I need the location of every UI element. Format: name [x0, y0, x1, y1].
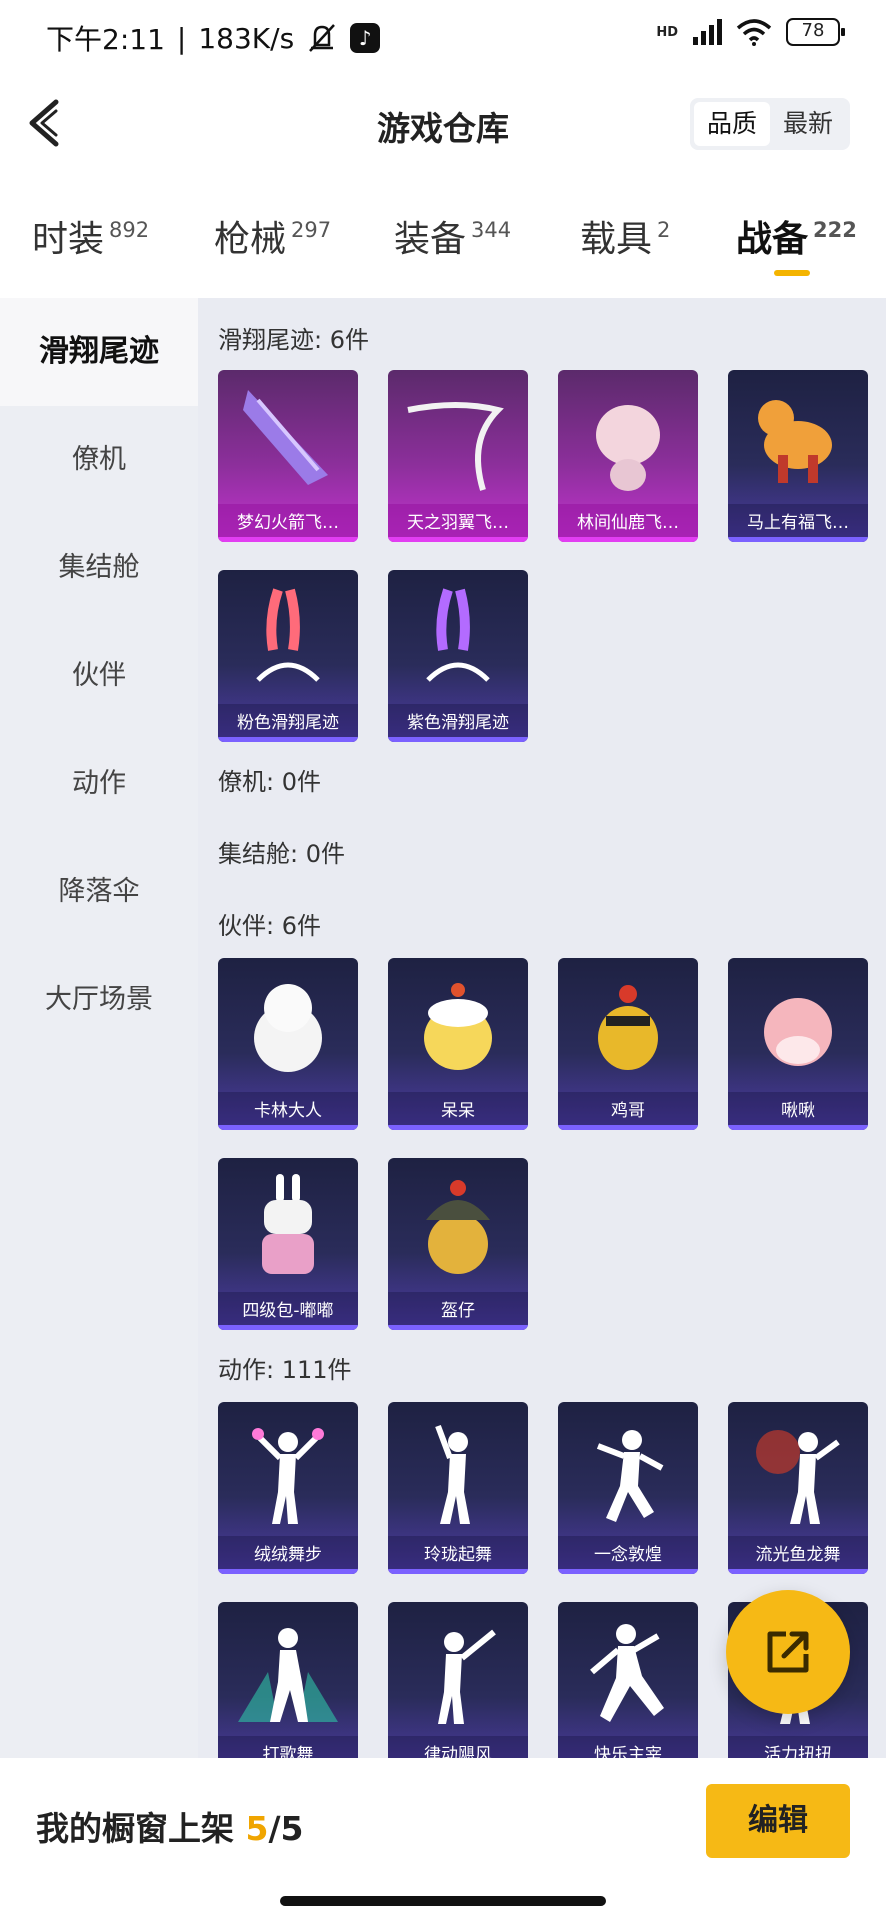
item-label: 打歌舞: [218, 1736, 358, 1758]
shelf-current-count: 5: [245, 1809, 269, 1848]
sidebar-item-parachute[interactable]: 降落伞: [0, 838, 198, 946]
deer-glider-icon: [596, 405, 660, 491]
sidebar-item-partner[interactable]: 伙伴: [0, 622, 198, 730]
rooster-partner-icon: [598, 985, 658, 1070]
tab-battle-gear[interactable]: 战备 222: [736, 210, 857, 276]
sidebar-item-lobby-scene[interactable]: 大厅场景: [0, 946, 198, 1054]
header: 游戏仓库 品质 最新: [0, 90, 886, 160]
tab-gear[interactable]: 装备 344: [394, 210, 511, 262]
pink-smoke-trail-icon: [256, 588, 320, 682]
dancer-pose-icon: [756, 1430, 840, 1524]
item-card[interactable]: 四级包-嘟嘟: [218, 1158, 358, 1330]
item-label: 活力扭扭: [728, 1736, 868, 1758]
item-card[interactable]: 打歌舞: [218, 1602, 358, 1758]
home-indicator[interactable]: [280, 1896, 606, 1906]
helmet-chick-partner-icon: [426, 1180, 490, 1274]
section-title-emote: 动作: 111件: [218, 1356, 352, 1384]
share-button[interactable]: [726, 1590, 850, 1714]
edit-button[interactable]: 编辑: [706, 1784, 850, 1858]
feather-wing-icon: [407, 402, 504, 491]
item-card[interactable]: 马上有福飞…: [728, 370, 868, 542]
item-card[interactable]: 林间仙鹿飞…: [558, 370, 698, 542]
status-bar: 下午2:11 | 183K/s ♪ HD 78: [0, 0, 886, 70]
dancer-pose-icon: [238, 1628, 338, 1722]
dancer-pose-icon: [596, 1430, 664, 1522]
wifi-icon: [736, 19, 772, 46]
sort-latest-button[interactable]: 最新: [770, 102, 846, 146]
signal-icon: [693, 19, 722, 45]
item-card[interactable]: 呆呆: [388, 958, 528, 1130]
sidebar-item-wingman[interactable]: 僚机: [0, 406, 198, 514]
item-card[interactable]: 啾啾: [728, 958, 868, 1130]
bottom-bar: 我的橱窗上架 5/5 编辑: [0, 1758, 886, 1920]
item-card[interactable]: 鸡哥: [558, 958, 698, 1130]
tab-guns[interactable]: 枪械 297: [214, 210, 331, 262]
dancer-pose-icon: [435, 1424, 470, 1524]
purple-smoke-trail-icon: [426, 588, 490, 682]
shelf-total-count: /5: [268, 1809, 304, 1848]
tab-fashion[interactable]: 时装 892: [32, 210, 149, 262]
item-card[interactable]: 盔仔: [388, 1158, 528, 1330]
sidebar: 滑翔尾迹 僚机 集结舱 伙伴 动作 降落伞 大厅场景: [0, 298, 198, 1758]
item-label: 快乐主宰: [558, 1736, 698, 1758]
status-time: 下午2:11: [46, 23, 165, 56]
mute-icon: [309, 24, 336, 52]
item-card[interactable]: 粉色滑翔尾迹: [218, 570, 358, 742]
section-title-glide: 滑翔尾迹: 6件: [218, 326, 369, 354]
dancer-pose-icon: [438, 1629, 496, 1724]
active-tab-underline: [774, 270, 810, 276]
section-title-partner: 伙伴: 6件: [218, 912, 321, 940]
tab-vehicles[interactable]: 载具 2: [580, 210, 670, 262]
category-tabs: 时装 892 枪械 297 装备 344 载具 2 战备 222: [0, 210, 886, 290]
item-grid: 滑翔尾迹: 6件 梦幻火箭飞… 天之羽翼飞… 林间仙鹿飞… 马上有福飞… 粉色滑…: [198, 298, 886, 1758]
item-card[interactable]: 卡林大人: [218, 958, 358, 1130]
item-card[interactable]: 紫色滑翔尾迹: [388, 570, 528, 742]
content-area: 滑翔尾迹 僚机 集结舱 伙伴 动作 降落伞 大厅场景 滑翔尾迹: 6件 梦幻火箭…: [0, 298, 886, 1758]
item-card[interactable]: 梦幻火箭飞…: [218, 370, 358, 542]
status-speed: 183K/s: [198, 21, 295, 55]
item-card[interactable]: 绒绒舞步: [218, 1402, 358, 1574]
chick-partner-icon: [424, 983, 492, 1070]
rocket-glider-icon: [243, 390, 328, 485]
sidebar-item-capsule[interactable]: 集结舱: [0, 514, 198, 622]
shelf-status: 我的橱窗上架 5/5: [36, 1809, 304, 1848]
horse-glider-icon: [758, 400, 832, 483]
share-external-icon: [767, 1631, 809, 1673]
network-label: HD: [656, 24, 678, 40]
item-card[interactable]: 天之羽翼飞…: [388, 370, 528, 542]
item-card[interactable]: 律动飓风: [388, 1602, 528, 1758]
item-card[interactable]: 快乐主宰: [558, 1602, 698, 1758]
sort-quality-button[interactable]: 品质: [694, 102, 770, 146]
battery-indicator: 78: [786, 18, 845, 46]
sort-toggle: 品质 最新: [690, 98, 850, 150]
tiktok-icon: ♪: [350, 23, 381, 53]
item-card[interactable]: 流光鱼龙舞: [728, 1402, 868, 1574]
sidebar-item-emote[interactable]: 动作: [0, 730, 198, 838]
sidebar-item-glide-trail[interactable]: 滑翔尾迹: [0, 298, 198, 406]
pink-bird-partner-icon: [764, 998, 832, 1066]
item-card[interactable]: 一念敦煌: [558, 1402, 698, 1574]
robot-rabbit-partner-icon: [262, 1174, 314, 1274]
cat-partner-icon: [254, 984, 322, 1072]
section-title-wingman: 僚机: 0件: [218, 768, 321, 796]
dancer-pose-icon: [252, 1428, 324, 1524]
dancer-pose-icon: [590, 1624, 664, 1722]
section-title-capsule: 集结舱: 0件: [218, 840, 345, 868]
item-card[interactable]: 玲珑起舞: [388, 1402, 528, 1574]
item-label: 律动飓风: [388, 1736, 528, 1758]
